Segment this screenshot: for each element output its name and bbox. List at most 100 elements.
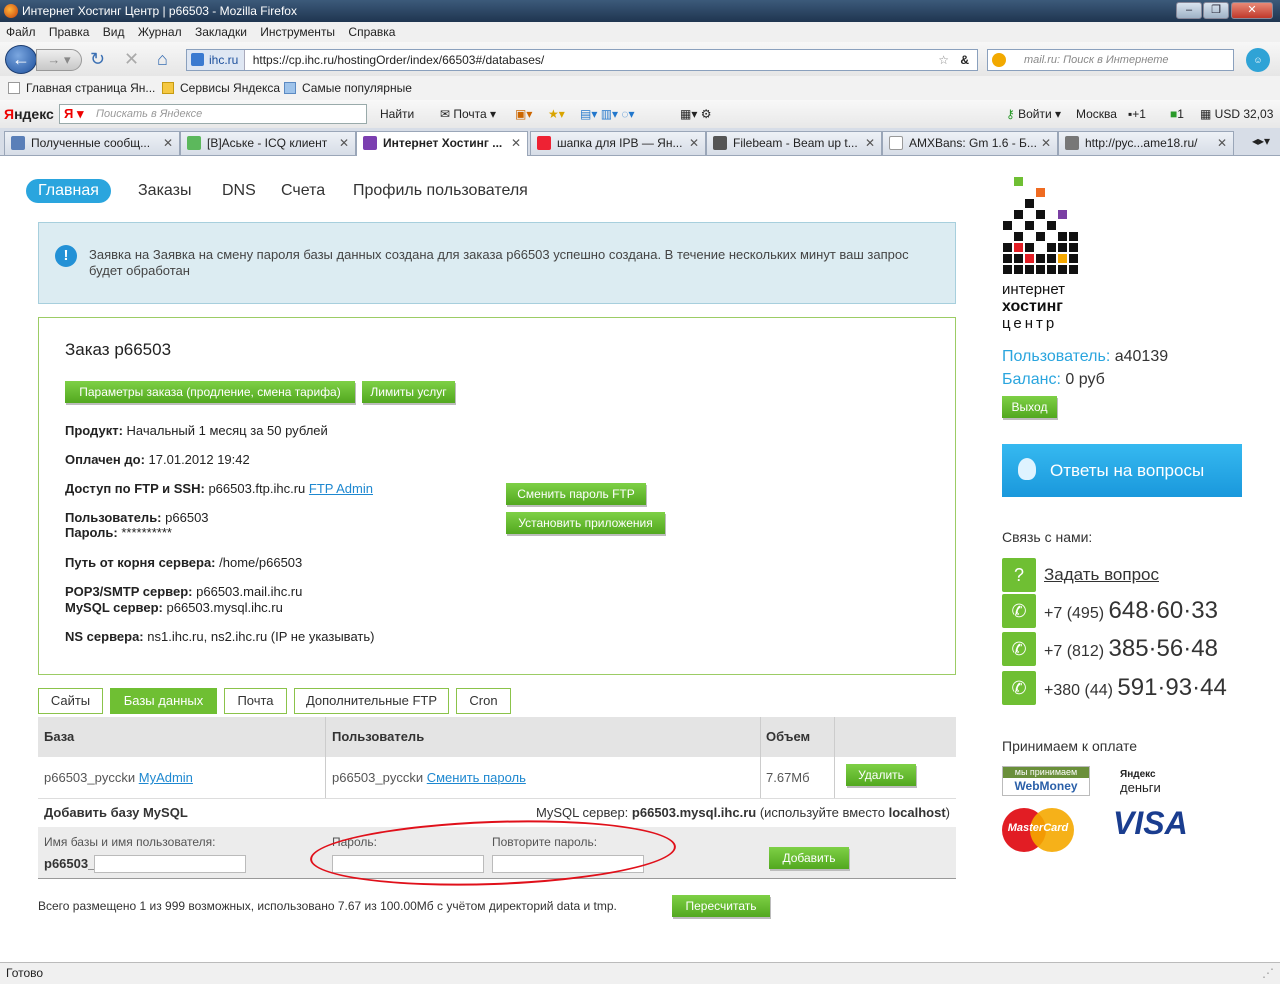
change-password-link[interactable]: Сменить пароль [427, 770, 526, 785]
tab-game18[interactable]: http://рус...ame18.ru/✕ [1058, 131, 1234, 155]
ihc-logo-text[interactable]: интернет хостинг центр [1002, 281, 1065, 332]
order-panel: Заказ p66503 Параметры заказа (продление… [38, 317, 956, 675]
close-window-button[interactable]: ✕ [1231, 2, 1273, 19]
forward-button[interactable]: → ▾ [36, 49, 82, 71]
yandex-widget-icon[interactable]: ▣▾ [515, 100, 532, 128]
yandex-logo[interactable]: Яндекс [4, 100, 54, 128]
back-button[interactable]: ← [5, 45, 37, 74]
ask-question-link[interactable]: Задать вопрос [1044, 558, 1159, 592]
yandex-currency[interactable]: ▦ USD 32,03 [1200, 100, 1273, 128]
yandex-login-button[interactable]: ⚷ Войти ▾ [1006, 100, 1061, 128]
yandex-city[interactable]: Москва [1076, 100, 1117, 128]
table-row: p66503_pycckи MyAdmin p66503_pycckи Смен… [38, 757, 956, 799]
tab-cron[interactable]: Cron [456, 688, 511, 714]
product-line: Продукт: Начальный 1 месяц за 50 рублей [65, 423, 328, 438]
root-path-line: Путь от корня сервера: /home/p66503 [65, 555, 303, 570]
bookmark-most-popular[interactable]: Самые популярные [284, 76, 412, 100]
db-name-prefix: p66503_ [44, 856, 96, 871]
tab-yandex-ipb[interactable]: шапка для IPB — Ян... ✕ [530, 131, 706, 155]
yandex-tools-icon[interactable]: ▤▾ ▥▾ ◌▾ [580, 100, 635, 128]
yandex-settings-icon[interactable]: ▦▾ ⚙ [680, 100, 711, 128]
ihc-favicon [363, 136, 377, 150]
nav-dns[interactable]: DNS [222, 179, 256, 203]
menu-edit[interactable]: Правка [49, 25, 90, 39]
nav-invoices[interactable]: Счета [281, 179, 325, 203]
bookmark-star-icon[interactable]: ☆ [938, 50, 949, 70]
address-bar[interactable]: ihc.ru https://cp.ihc.ru/hostingOrder/in… [186, 49, 978, 71]
delete-database-button[interactable]: Удалить [846, 764, 916, 786]
reload-icon[interactable]: ↻ [90, 50, 105, 68]
tab-databases[interactable]: Базы данных [110, 688, 217, 714]
close-tab-icon[interactable]: ✕ [339, 132, 349, 154]
menu-history[interactable]: Журнал [138, 25, 182, 39]
menu-tools[interactable]: Инструменты [260, 25, 335, 39]
menu-view[interactable]: Вид [103, 25, 125, 39]
change-ftp-password-button[interactable]: Сменить пароль FTP [506, 483, 646, 505]
add-database-button[interactable]: Добавить [769, 847, 849, 869]
maximize-button[interactable]: ❐ [1203, 2, 1229, 19]
close-tab-icon[interactable]: ✕ [689, 132, 699, 154]
phone-icon: ✆ [1002, 632, 1036, 666]
web-search-box[interactable]: mail.ru: Поиск в Интернете [987, 49, 1234, 71]
site-identity-button[interactable]: ihc.ru [187, 50, 246, 70]
faq-button[interactable]: Ответы на вопросы [1002, 444, 1242, 497]
close-tab-icon[interactable]: ✕ [1041, 132, 1051, 154]
icq-favicon [187, 136, 201, 150]
info-alert: ! Заявка на Заявка на смену пароля базы … [38, 222, 956, 304]
tab-messages[interactable]: Полученные сообщ... ✕ [4, 131, 180, 155]
folder-icon [162, 82, 174, 94]
tab-ihc[interactable]: Интернет Хостинг ... ✕ [356, 131, 528, 156]
tab-amxbans[interactable]: AMXBans: Gm 1.6 - Б... ✕ [882, 131, 1058, 155]
nav-user-profile[interactable]: Профиль пользователя [353, 179, 528, 203]
ihc-logo-icon[interactable] [1002, 175, 1082, 275]
menu-file[interactable]: Файл [6, 25, 36, 39]
tab-extra-ftp[interactable]: Дополнительные FTP [294, 688, 449, 714]
close-tab-icon[interactable]: ✕ [511, 132, 521, 154]
db-name-input[interactable] [94, 855, 246, 873]
tab-sites[interactable]: Сайты [38, 688, 103, 714]
table-header: База Пользователь Объем [38, 717, 956, 757]
pop-server-line: POP3/SMTP сервер: p66503.mail.ihc.ru [65, 584, 303, 599]
db-name: p66503_pycckи MyAdmin [44, 770, 193, 785]
install-apps-button[interactable]: Установить приложения [506, 512, 665, 534]
home-icon[interactable]: ⌂ [157, 50, 168, 68]
close-tab-icon[interactable]: ✕ [163, 132, 173, 154]
yandex-find-button[interactable]: Найти [380, 100, 414, 128]
db-name-label: Имя базы и имя пользователя: [44, 835, 216, 849]
translate-icon[interactable]: & [960, 50, 969, 70]
bookmark-yandex-services[interactable]: Сервисы Яндекса [162, 76, 280, 100]
ftp-admin-link[interactable]: FTP Admin [309, 481, 373, 496]
yandex-counter[interactable]: ■1 [1170, 100, 1184, 128]
tab-mail[interactable]: Почта [224, 688, 287, 714]
menu-bookmarks[interactable]: Закладки [195, 25, 247, 39]
yandex-mail-button[interactable]: ✉ Почта ▾ [440, 100, 496, 128]
tab-list-button[interactable]: ◂▸▾ [1252, 134, 1270, 148]
window-title: Интернет Хостинг Центр | p66503 - Mozill… [22, 4, 297, 18]
order-params-button[interactable]: Параметры заказа (продление, смена тариф… [65, 381, 355, 403]
bookmark-yandex-home[interactable]: Главная страница Ян... [8, 76, 155, 100]
skype-icon[interactable]: ☺ [1246, 48, 1270, 72]
nav-home[interactable]: Главная [26, 179, 111, 203]
yandex-y-icon: Я ▾ [64, 106, 84, 121]
filebeam-favicon [713, 136, 727, 150]
logout-button[interactable]: Выход [1002, 396, 1057, 418]
minimize-button[interactable]: – [1176, 2, 1202, 19]
yandex-search-input[interactable]: Я ▾ Поискать в Яндексе [59, 104, 367, 124]
tab-icq[interactable]: [B]Аське - ICQ клиент ✕ [180, 131, 356, 155]
service-limits-button[interactable]: Лимиты услуг [362, 381, 455, 403]
stop-icon[interactable]: ✕ [124, 50, 139, 68]
paid-until-line: Оплачен до: 17.01.2012 19:42 [65, 452, 250, 467]
yandex-star-icon[interactable]: ★▾ [548, 100, 565, 128]
recalculate-button[interactable]: Пересчитать [672, 895, 770, 917]
yandex-weather[interactable]: ▪+1 [1128, 100, 1146, 128]
close-tab-icon[interactable]: ✕ [1217, 132, 1227, 154]
search-engine-icon[interactable] [992, 53, 1006, 67]
mysql-server-line: MySQL сервер: p66503.mysql.ihc.ru [65, 600, 283, 615]
myadmin-link[interactable]: MyAdmin [139, 770, 193, 785]
menu-help[interactable]: Справка [348, 25, 395, 39]
status-bar: Готово ⋰ [0, 962, 1280, 984]
nav-orders[interactable]: Заказы [138, 179, 191, 203]
resize-grip-icon[interactable]: ⋰ [1262, 963, 1274, 983]
tab-filebeam[interactable]: Filebeam - Beam up t... ✕ [706, 131, 882, 155]
close-tab-icon[interactable]: ✕ [865, 132, 875, 154]
